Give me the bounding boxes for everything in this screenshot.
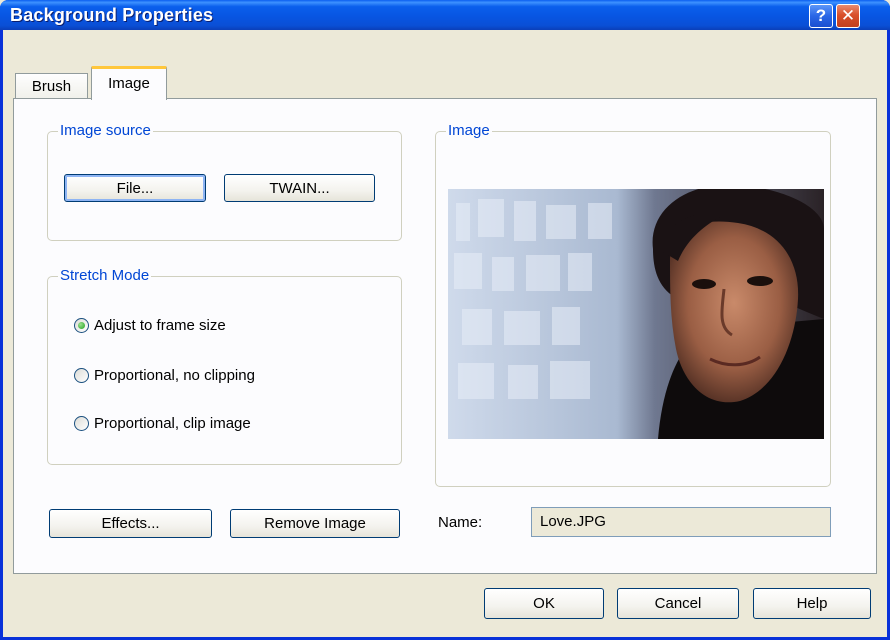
image-source-group: Image source File... TWAIN...: [47, 122, 402, 241]
help-button[interactable]: Help: [753, 588, 871, 619]
radio-button[interactable]: [74, 416, 89, 431]
tab-image[interactable]: Image: [91, 66, 167, 100]
ok-button[interactable]: OK: [484, 588, 604, 619]
tab-panel-image: Image source File... TWAIN... Stretch Mo…: [13, 98, 877, 574]
radio-proportional-no-clipping[interactable]: Proportional, no clipping: [74, 367, 255, 384]
stretch-mode-label: Stretch Mode: [58, 267, 152, 285]
remove-image-button[interactable]: Remove Image: [230, 509, 400, 538]
radio-proportional-clip[interactable]: Proportional, clip image: [74, 415, 251, 432]
window-title: Background Properties: [10, 5, 214, 25]
radio-label: Proportional, clip image: [94, 415, 251, 432]
image-group-label: Image: [446, 122, 492, 140]
file-button[interactable]: File...: [64, 174, 206, 202]
twain-button[interactable]: TWAIN...: [224, 174, 375, 202]
image-preview: [448, 189, 824, 439]
name-label: Name:: [438, 514, 483, 531]
stretch-mode-group: Stretch Mode Adjust to frame size Propor…: [47, 267, 402, 465]
portrait-image: [448, 189, 824, 439]
radio-label: Proportional, no clipping: [94, 367, 255, 384]
name-field[interactable]: Love.JPG: [531, 507, 831, 537]
effects-button[interactable]: Effects...: [49, 509, 212, 538]
help-icon[interactable]: ?: [809, 4, 833, 28]
image-source-label: Image source: [58, 122, 153, 140]
radio-label: Adjust to frame size: [94, 317, 226, 334]
radio-button[interactable]: [74, 368, 89, 383]
radio-button-checked[interactable]: [74, 318, 89, 333]
title-bar[interactable]: Background Properties ? ✕: [0, 0, 890, 30]
close-icon[interactable]: ✕: [836, 4, 860, 28]
cancel-button[interactable]: Cancel: [617, 588, 739, 619]
radio-adjust-to-frame[interactable]: Adjust to frame size: [74, 317, 226, 334]
tab-brush[interactable]: Brush: [15, 73, 88, 99]
